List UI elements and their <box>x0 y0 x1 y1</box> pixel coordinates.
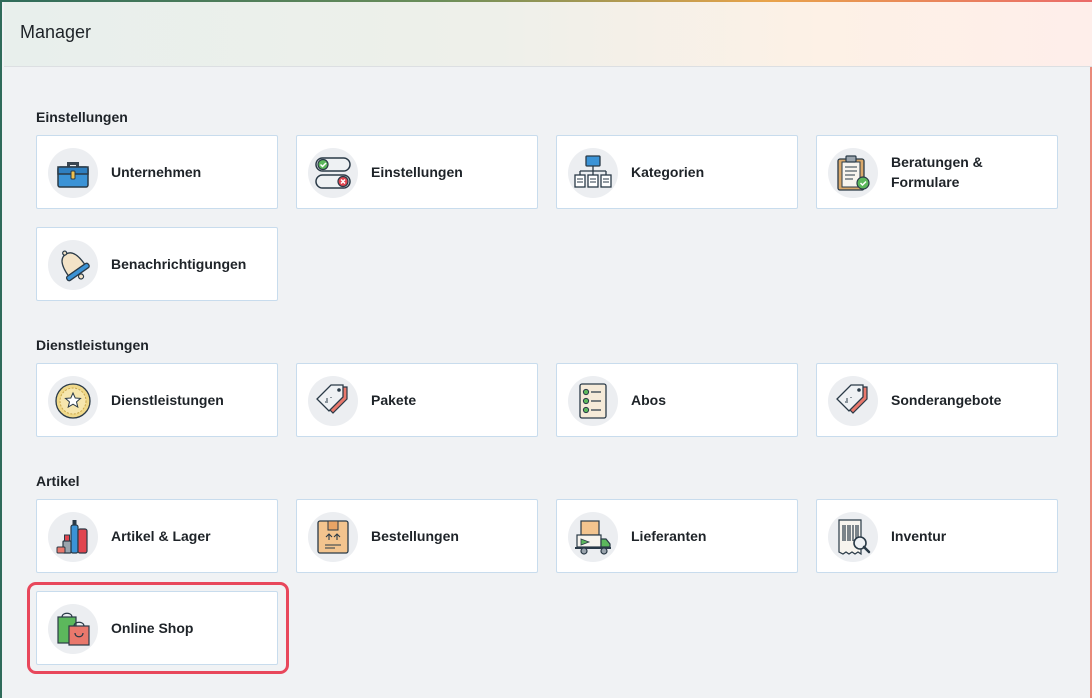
price-tags-icon <box>828 376 878 426</box>
briefcase-icon <box>48 148 98 198</box>
card-sonderangebote[interactable]: Sonderangebote <box>816 363 1058 437</box>
price-tags-icon <box>308 376 358 426</box>
card-label: Kategorien <box>631 164 705 180</box>
card-label: Einstellungen <box>371 164 463 180</box>
toggle-switches-icon <box>308 148 358 198</box>
clipboard-check-icon <box>828 148 878 198</box>
card-dienstleistungen[interactable]: Dienstleistungen <box>36 363 278 437</box>
section-title-einstellungen: Einstellungen <box>36 109 128 125</box>
focus-highlight-online-shop <box>27 582 289 674</box>
card-benachrichtigungen[interactable]: Benachrichtigungen <box>36 227 278 301</box>
header-bar: Manager <box>4 2 1092 67</box>
page-title: Manager <box>20 22 92 42</box>
card-label: Pakete <box>371 392 417 408</box>
card-label: Inventur <box>891 528 947 544</box>
card-label: Lieferanten <box>631 528 707 544</box>
card-abos[interactable]: Abos <box>556 363 798 437</box>
card-label: Dienstleistungen <box>111 392 224 408</box>
card-inventur[interactable]: Inventur <box>816 499 1058 573</box>
card-kategorien[interactable]: Kategorien <box>556 135 798 209</box>
card-label: Artikel & Lager <box>111 528 211 544</box>
coin-star-icon <box>48 376 98 426</box>
barcode-search-icon <box>828 512 878 562</box>
card-label: Beratungen & Formulare <box>891 154 983 190</box>
bell-icon <box>48 240 98 290</box>
card-lieferanten[interactable]: Lieferanten <box>556 499 798 573</box>
card-beratungen-formulare[interactable]: Beratungen & Formulare <box>816 135 1058 209</box>
card-einstellungen[interactable]: Einstellungen <box>296 135 538 209</box>
package-box-icon <box>308 512 358 562</box>
checklist-icon <box>568 376 618 426</box>
card-artikel-lager[interactable]: Artikel & Lager <box>36 499 278 573</box>
card-label: Sonderangebote <box>891 392 1002 408</box>
card-pakete[interactable]: Pakete <box>296 363 538 437</box>
manager-window: Manager Einstellungen Unternehmen Einste… <box>0 0 1092 698</box>
card-label: Bestellungen <box>371 528 459 544</box>
delivery-truck-icon <box>568 512 618 562</box>
hierarchy-icon <box>568 148 618 198</box>
cosmetics-icon <box>48 512 98 562</box>
card-unternehmen[interactable]: Unternehmen <box>36 135 278 209</box>
section-title-artikel: Artikel <box>36 473 80 489</box>
card-bestellungen[interactable]: Bestellungen <box>296 499 538 573</box>
card-label: Benachrichtigungen <box>111 256 247 272</box>
section-title-dienstleistungen: Dienstleistungen <box>36 337 149 353</box>
card-label: Abos <box>631 392 666 408</box>
card-label: Unternehmen <box>111 164 202 180</box>
